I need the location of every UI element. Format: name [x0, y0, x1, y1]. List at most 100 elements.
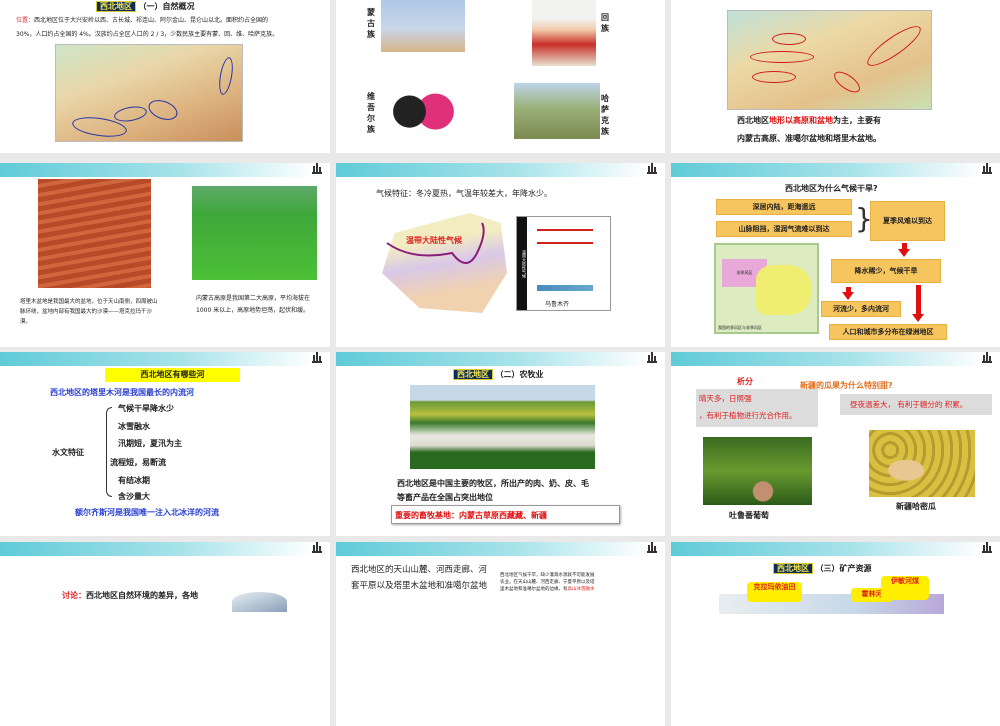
reason-box-1: 深居内陆，距海遥远	[716, 199, 852, 215]
terrain-text-2: 内蒙古高原、准噶尔盆地和塔里木盆地。	[737, 134, 881, 143]
text-part: 西北地区	[737, 116, 769, 125]
title-text: （一）自然概况	[138, 2, 195, 11]
location-line: 西北地区位于大兴安岭以西、古长城、祁连山、阿尔金山、昆仑山以北。面积约占全国的	[34, 17, 269, 24]
location-label: 位置：	[16, 17, 35, 24]
discussion-body: 西北地区自然环境的差异，各地	[86, 591, 198, 600]
discussion-text: 讨论：西北地区自然环境的差异，各地	[62, 590, 198, 601]
grassland-image	[192, 186, 317, 280]
feature-item: 汛期短，夏汛为主	[118, 439, 182, 448]
reason-box-3: 夏季风难以到达	[870, 201, 945, 241]
reason-box-5: 河流少，多内流河	[821, 301, 901, 317]
map-caption: 我国的季风区与非季风区	[718, 325, 762, 330]
title-text: （二）农牧业	[495, 370, 544, 379]
chart-city: 乌鲁木齐	[545, 301, 570, 308]
uyghur-dancers-image	[390, 67, 455, 148]
hydrology-label: 水文特征	[52, 448, 84, 457]
building-icon	[312, 542, 322, 553]
header-band	[671, 352, 1000, 366]
building-icon	[647, 163, 657, 174]
slide-title: 西北地区 （一）自然概况	[96, 1, 195, 12]
title-tag: 西北地区	[453, 369, 493, 380]
building-icon	[982, 542, 992, 553]
grassland-caption: 内蒙古高原是我国第二大高原，平均海拔在 1000 米以上，高原地势坦荡，起伏和缓…	[196, 295, 311, 314]
slide-thumbnail-5[interactable]: 气候特征：冬冷夏热，气温年较差大，年降水少。 温带大陆性气候 温带大陆性气候 乌…	[336, 163, 665, 347]
small-line: 西北地区气候干旱，缺少灌溉水源就不可能发展	[500, 573, 595, 578]
slide-thumbnail-11[interactable]: 西北地区的天山山麓、河西走廊、河 套平原以及塔里木盆地和准噶尔盆地 西北地区气候…	[336, 542, 665, 726]
arrow-down-icon	[898, 249, 910, 257]
pasture-text-1: 西北地区是中国主要的牧区，所出产的肉、奶、皮、毛	[397, 479, 589, 488]
location-text-1: 位置：西北地区位于大兴安岭以西、古长城、祁连山、阿尔金山、昆仑山以北。面积约占全…	[16, 14, 268, 28]
analysis-box-right: 昼夜温差大， 有利于糖分的 积累。	[840, 394, 992, 415]
turpan-grapes-image	[703, 437, 812, 505]
brace	[106, 407, 112, 497]
arrow-shaft	[916, 285, 921, 315]
feature-item: 气候干旱降水少	[118, 404, 174, 413]
small-text: 里木盆地和准噶尔盆地的边缘，有	[500, 587, 568, 592]
terrain-map-image	[727, 10, 932, 110]
sheep-herding-image	[410, 385, 595, 469]
header-band	[0, 542, 330, 556]
building-icon	[982, 163, 992, 174]
building-icon	[647, 542, 657, 553]
pasture-text-2: 等畜产品在全国占突出地位	[397, 493, 493, 502]
slide-title: 西北地区 （二）农牧业	[453, 369, 544, 380]
feature-item: 含沙量大	[118, 492, 150, 501]
slide-title: 西北地区有哪些河	[105, 368, 240, 382]
feature-item: 流程短，易断流	[110, 458, 166, 467]
text-part: 为主，主要有	[833, 116, 881, 125]
slide-thumbnail-6[interactable]: 西北地区为什么气候干旱? 深居内陆，距海遥远 山脉阻挡，湿润气流难以到达 } 夏…	[671, 163, 1000, 347]
label-mongol: 蒙古族	[367, 8, 375, 39]
slide-thumbnail-2[interactable]: 蒙古族 回族 维吾尔族 哈萨克族	[336, 0, 665, 153]
header-band	[336, 352, 665, 366]
building-icon	[647, 352, 657, 363]
analysis-line: ，有利于植物进行光合作用。	[699, 411, 797, 420]
feature-item: 有结冰期	[118, 476, 150, 485]
small-line: 里木盆地和准噶尔盆地的边缘，有高山冰雪融水	[500, 586, 595, 593]
label-kazakh: 哈萨克族	[601, 94, 609, 136]
mongol-wrestling-image	[381, 0, 465, 52]
slide-thumbnail-3[interactable]: 西北地区地形以高原和盆地为主，主要有 内蒙古高原、准噶尔盆地和塔里木盆地。	[671, 0, 1000, 153]
slide-title: 西北地区为什么气候干旱?	[785, 184, 878, 193]
climate-text: 气候特征：冬冷夏热，气温年较差大，年降水少。	[376, 189, 552, 198]
slide-thumbnail-7[interactable]: 西北地区有哪些河 西北地区的塔里木河是我国最长的内流河 水文特征 气候干旱降水少…	[0, 352, 330, 536]
slide-thumbnail-8[interactable]: 西北地区 （二）农牧业 西北地区是中国主要的牧区，所出产的肉、奶、皮、毛 等畜产…	[336, 352, 665, 536]
slide-thumbnail-1[interactable]: 西北地区 （一）自然概况 位置：西北地区位于大兴安岭以西、古长城、祁连山、阿尔金…	[0, 0, 330, 153]
reason-box-2: 山脉阻挡，湿润气流难以到达	[716, 221, 852, 237]
slide-thumbnail-12[interactable]: 西北地区 （三）矿产资源 克拉玛依油田 霍林河 伊敏河煤	[671, 542, 1000, 726]
header-band	[336, 163, 665, 177]
label-yiminhe-coal: 伊敏河煤	[881, 576, 929, 600]
physical-map-image	[55, 44, 243, 142]
chart-side-label: 温带大陆性气候	[517, 217, 527, 310]
title-tag: 西北地区	[773, 563, 813, 574]
label-uyghur: 维吾尔族	[367, 92, 375, 134]
small-highlight: 高山冰雪融水	[567, 587, 595, 592]
header-band	[0, 352, 330, 366]
analysis-line: 晴天多，日照强	[699, 394, 752, 403]
title-tag: 西北地区	[96, 1, 136, 12]
location-text-2: 30%，人口约占全国的 4%。汉族约占全区人口的 2 / 3，少数民族主要有蒙、…	[16, 31, 279, 38]
river-fact-2: 额尔齐斯河是我国唯一注入北冰洋的河流	[75, 508, 219, 517]
slide-thumbnail-9[interactable]: 析分 新疆的瓜果为什么特别甜? 晴天多，日照强 ，有利于植物进行光合作用。 昼夜…	[671, 352, 1000, 536]
snow-mountain-image	[232, 592, 287, 612]
monsoon-map-image: 非季风区 我国的季风区与非季风区	[714, 243, 819, 334]
slide-thumbnail-10[interactable]: 讨论：西北地区自然环境的差异，各地	[0, 542, 330, 726]
small-line: 农业。在天山山麓、河西走廊、宁夏平原以及塔	[500, 580, 595, 585]
hami-melon-image	[869, 430, 975, 497]
oasis-text-1: 西北地区的天山山麓、河西走廊、河	[351, 565, 488, 575]
climate-boundary-line	[386, 222, 485, 264]
desert-caption: 塔里木盆地是我国最大的盆地，位于天山南侧，四周被山脉环绕，盆地内部有我国最大的沙…	[20, 299, 158, 325]
slide-title: 西北地区 （三）矿产资源	[773, 563, 872, 574]
oasis-text-2: 套平原以及塔里木盆地和准噶尔盆地	[351, 581, 488, 591]
building-icon	[982, 352, 992, 363]
reason-box-6: 人口和城市多分布在绿洲地区	[829, 324, 947, 340]
melon-caption: 新疆哈密瓜	[896, 502, 936, 511]
climate-chart: 温带大陆性气候 乌鲁木齐	[516, 216, 611, 311]
label-hui: 回族	[601, 13, 609, 33]
reason-box-4: 降水稀少，气候干旱	[831, 259, 941, 283]
slide-thumbnail-4[interactable]: 塔里木盆地是我国最大的盆地，位于天山南侧，四周被山脉环绕，盆地内部有我国最大的沙…	[0, 163, 330, 347]
title-text: （三）矿产资源	[815, 564, 872, 573]
terrain-text-1: 西北地区地形以高原和盆地为主，主要有	[737, 115, 881, 126]
label-karamay-oilfield: 克拉玛依油田	[747, 582, 802, 602]
livestock-base-box: 重要的畜牧基地：内蒙古草原西藏藏、新疆	[391, 505, 620, 524]
kazakh-people-image	[514, 83, 600, 139]
